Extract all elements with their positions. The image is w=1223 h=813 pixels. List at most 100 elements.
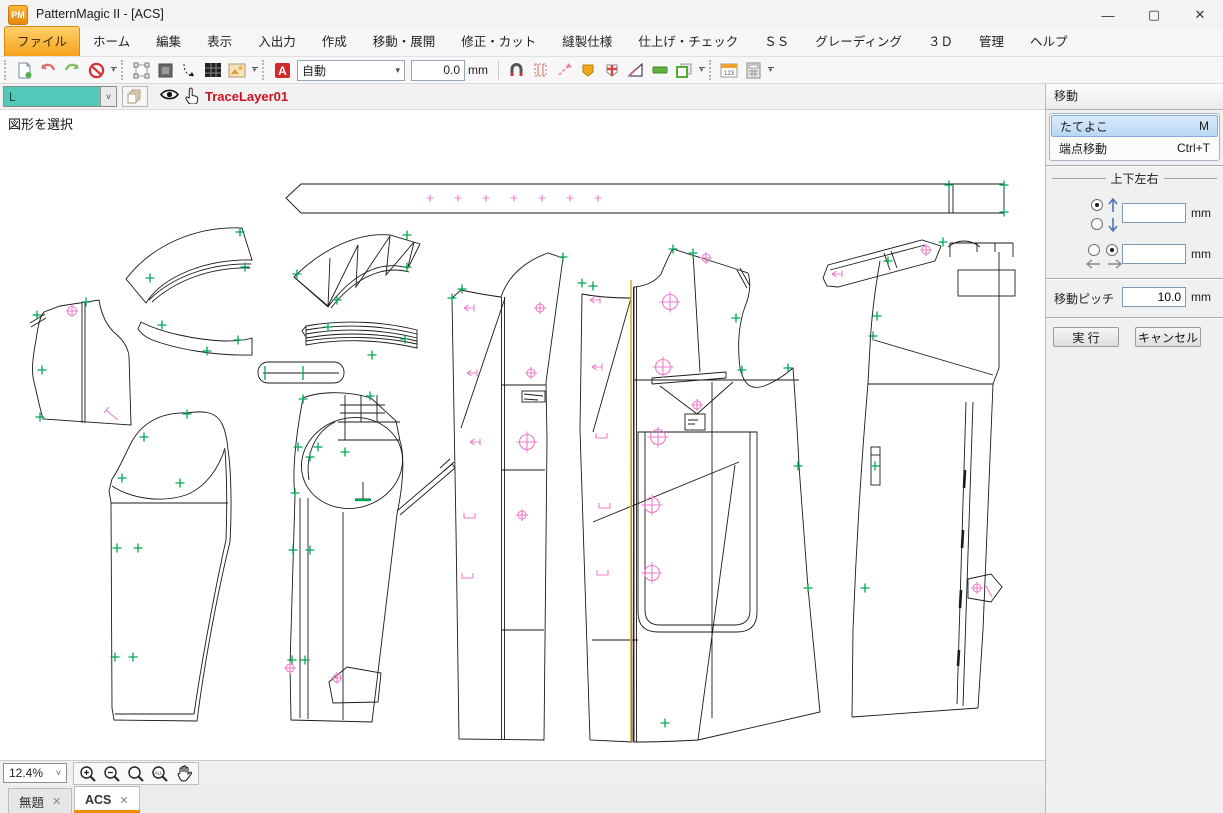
toolbar-overflow-icon[interactable]: ▾ [765, 60, 776, 80]
shield-red-icon[interactable] [600, 58, 624, 82]
menu-move-expand[interactable]: 移動・展開 [360, 26, 449, 56]
toolbar-grip[interactable] [262, 60, 268, 80]
pattern-piece-tab[interactable] [258, 362, 344, 383]
pattern-piece-front-panel[interactable] [452, 253, 563, 740]
pattern-piece-sleeve-left[interactable] [109, 412, 231, 721]
move-tool-panel: 移動 たてよこ M 端点移動 Ctrl+T 上下左右 mm mm 移動ピッチ m… [1045, 84, 1223, 813]
pattern-piece-front-facing[interactable] [580, 294, 632, 742]
green-bar-icon[interactable] [648, 58, 672, 82]
maximize-button[interactable]: ▢ [1131, 0, 1177, 30]
toolbar-overflow-icon[interactable]: ▾ [249, 60, 260, 80]
guide-lines-icon[interactable] [528, 58, 552, 82]
toolbar-grip[interactable] [121, 60, 127, 80]
pattern-piece-jacket-back[interactable] [823, 240, 1015, 717]
pan-button[interactable] [172, 763, 196, 784]
menu-ss[interactable]: ＳＳ [751, 26, 802, 56]
command-tateyoko[interactable]: たてよこ M [1051, 115, 1218, 137]
pattern-piece-pleated-band[interactable] [302, 322, 417, 348]
tab-close-icon[interactable]: ✕ [52, 795, 61, 808]
grid-table-icon[interactable] [201, 58, 225, 82]
menu-3d[interactable]: ３Ｄ [915, 26, 966, 56]
pan-hand-icon [177, 765, 192, 782]
pattern-piece-collar-band[interactable] [138, 322, 252, 355]
pitch-input[interactable] [1122, 287, 1186, 307]
layer-stack-button[interactable] [122, 86, 148, 107]
menu-home[interactable]: ホーム [80, 26, 143, 56]
offset-unit-label: mm [468, 63, 488, 77]
menu-sewing-spec[interactable]: 縫製仕様 [549, 26, 625, 56]
vertical-distance-input[interactable] [1122, 203, 1186, 223]
menu-modify-cut[interactable]: 修正・カット [448, 26, 549, 56]
chevron-down-icon: ▾ [395, 65, 400, 76]
undo-icon[interactable] [36, 58, 60, 82]
menu-create[interactable]: 作成 [309, 26, 360, 56]
execute-button[interactable]: 実 行 [1053, 327, 1119, 347]
active-layer-name[interactable]: TraceLayer01 [205, 89, 288, 104]
pin-arrow-icon[interactable] [552, 58, 576, 82]
zoom-window-button[interactable] [124, 763, 148, 784]
tab-close-icon[interactable]: ✕ [119, 794, 128, 807]
image-icon[interactable] [225, 58, 249, 82]
toolbar-grip[interactable] [4, 60, 10, 80]
pattern-pieces[interactable] [30, 184, 1015, 742]
new-document-icon[interactable] [12, 58, 36, 82]
zoom-button-group: ALL [73, 762, 199, 785]
radio-move-down[interactable] [1091, 218, 1103, 230]
pattern-piece-sleeve-middle[interactable] [290, 393, 455, 722]
menu-admin[interactable]: 管理 [966, 26, 1017, 56]
layer-selector-value: L [4, 90, 100, 104]
offset-value-input[interactable] [411, 60, 465, 81]
menu-grading[interactable]: グレーディング [802, 26, 915, 56]
radio-move-right[interactable] [1106, 244, 1118, 256]
minimize-button[interactable]: — [1085, 0, 1131, 30]
snap-mode-select[interactable]: 自動 ▾ [297, 60, 405, 81]
menu-help[interactable]: ヘルプ [1017, 26, 1081, 56]
pattern-piece-collar-top[interactable] [126, 228, 252, 303]
layer-selector[interactable]: L ˅ [3, 86, 117, 107]
pattern-piece-jacket-front[interactable] [592, 249, 820, 742]
tab-acs[interactable]: ACS ✕ [74, 786, 140, 813]
zoom-out-button[interactable] [100, 763, 124, 784]
tab-untitled[interactable]: 無題 ✕ [8, 788, 72, 813]
toolbar-grip[interactable] [709, 60, 715, 80]
toolbar-overflow-icon[interactable]: ▾ [108, 60, 119, 80]
menu-view[interactable]: 表示 [194, 26, 245, 56]
measure-curve-icon[interactable] [177, 58, 201, 82]
layer-pick-toggle[interactable] [185, 87, 199, 109]
select-region-icon[interactable] [129, 58, 153, 82]
cancel-command-icon[interactable] [84, 58, 108, 82]
svg-text:123: 123 [724, 71, 735, 77]
layer-squares-icon[interactable] [672, 58, 696, 82]
toolbar-overflow-icon[interactable]: ▾ [696, 60, 707, 80]
command-endpoint-move[interactable]: 端点移動 Ctrl+T [1051, 137, 1218, 159]
close-button[interactable]: ✕ [1177, 0, 1223, 30]
calculator-icon[interactable] [741, 58, 765, 82]
pattern-canvas[interactable]: 図形を選択 [0, 110, 1045, 760]
radio-move-left[interactable] [1088, 244, 1100, 256]
numeric-window-icon[interactable]: 123 [717, 58, 741, 82]
pattern-piece-bodice[interactable] [30, 300, 131, 425]
command-label: 端点移動 [1059, 140, 1107, 157]
fill-region-icon[interactable] [153, 58, 177, 82]
layer-visibility-toggle[interactable] [160, 88, 179, 106]
redo-icon[interactable] [60, 58, 84, 82]
radio-move-up[interactable] [1091, 199, 1103, 211]
horizontal-distance-input[interactable] [1122, 244, 1186, 264]
menu-finish-check[interactable]: 仕上げ・チェック [625, 26, 751, 56]
cancel-button[interactable]: キャンセル [1135, 327, 1201, 347]
zoom-level-select[interactable]: 12.4% ˅ [3, 763, 67, 783]
magnet-snap-icon[interactable] [504, 58, 528, 82]
text-annotation-icon[interactable]: A [270, 58, 294, 82]
group-title: 上下左右 [1052, 170, 1217, 187]
menu-io[interactable]: 入出力 [245, 26, 309, 56]
menu-edit[interactable]: 編集 [143, 26, 194, 56]
pattern-piece-collar-zigzag[interactable] [294, 235, 420, 308]
layers-icon [127, 89, 143, 104]
zoom-all-button[interactable]: ALL [148, 763, 172, 784]
pattern-piece-belt[interactable] [286, 184, 1004, 213]
zoom-in-button[interactable] [76, 763, 100, 784]
shield-orange-icon[interactable] [576, 58, 600, 82]
set-square-icon[interactable] [624, 58, 648, 82]
menu-file[interactable]: ファイル [4, 26, 80, 56]
pattern-drawing[interactable] [0, 110, 1045, 760]
